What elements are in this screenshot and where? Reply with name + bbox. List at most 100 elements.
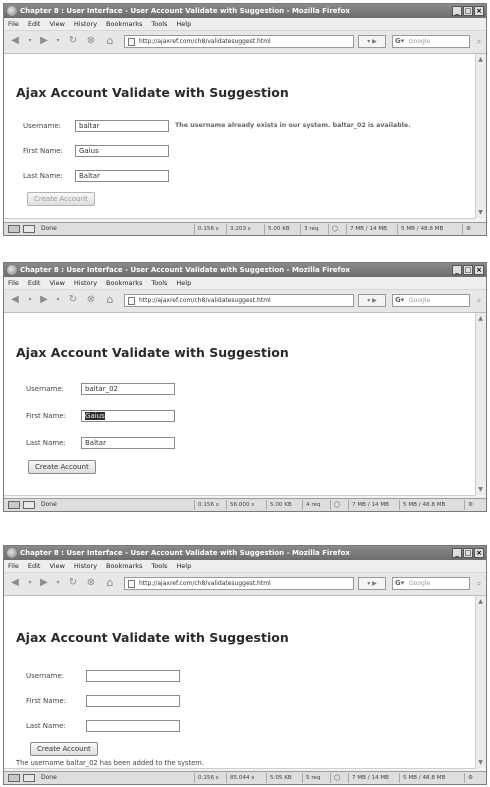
menu-help[interactable]: Help bbox=[176, 560, 191, 572]
menu-help[interactable]: Help bbox=[176, 18, 191, 30]
close-icon[interactable]: × bbox=[474, 6, 484, 16]
reload-icon[interactable]: ↻ bbox=[66, 576, 80, 590]
maximize-icon[interactable]: □ bbox=[463, 265, 473, 275]
menu-help[interactable]: Help bbox=[176, 277, 191, 289]
scroll-down-icon[interactable]: ▼ bbox=[477, 486, 484, 493]
minimize-icon[interactable]: _ bbox=[452, 265, 462, 275]
settings-icon[interactable]: ⚙ bbox=[462, 224, 476, 234]
home-icon[interactable]: ⌂ bbox=[102, 293, 118, 307]
menu-tools[interactable]: Tools bbox=[151, 277, 167, 289]
status-cell: 5 MB / 48.8 MB bbox=[399, 500, 448, 510]
back-icon[interactable]: ◀ bbox=[8, 576, 22, 590]
username-field[interactable]: baltar_02 bbox=[81, 383, 175, 395]
scroll-down-icon[interactable]: ▼ bbox=[477, 209, 484, 216]
firefox-icon bbox=[7, 6, 17, 16]
back-icon[interactable]: ◀ bbox=[8, 34, 22, 48]
vertical-scrollbar[interactable]: ▲ ▼ bbox=[475, 313, 486, 495]
back-dropdown-icon[interactable]: ▾ bbox=[25, 293, 35, 307]
forward-dropdown-icon[interactable]: ▾ bbox=[53, 576, 63, 590]
first-name-field[interactable] bbox=[86, 695, 180, 707]
search-input[interactable]: G▾ Google bbox=[392, 577, 470, 590]
menu-view[interactable]: View bbox=[49, 560, 64, 572]
vertical-scrollbar[interactable]: ▲ ▼ bbox=[475, 54, 486, 218]
search-icon[interactable]: ⌕ bbox=[474, 35, 484, 48]
status-panel-icon[interactable] bbox=[8, 501, 20, 509]
navigation-toolbar: ◀ ▾ ▶ ▾ ↻ ⊗ ⌂ http://ajaxref.com/ch8/val… bbox=[4, 290, 486, 313]
menu-tools[interactable]: Tools bbox=[151, 18, 167, 30]
menu-history[interactable]: History bbox=[74, 18, 97, 30]
menu-file[interactable]: File bbox=[8, 277, 19, 289]
menu-tools[interactable]: Tools bbox=[151, 560, 167, 572]
menu-edit[interactable]: Edit bbox=[28, 560, 41, 572]
last-name-field[interactable]: Baltar bbox=[81, 437, 175, 449]
close-icon[interactable]: × bbox=[474, 548, 484, 558]
last-name-field[interactable]: Baltar bbox=[75, 170, 169, 182]
address-bar[interactable]: http://ajaxref.com/ch8/validatesuggest.h… bbox=[124, 294, 354, 307]
scroll-up-icon[interactable]: ▲ bbox=[477, 56, 484, 63]
stop-icon[interactable]: ⊗ bbox=[84, 576, 98, 590]
maximize-icon[interactable]: □ bbox=[463, 548, 473, 558]
back-dropdown-icon[interactable]: ▾ bbox=[25, 34, 35, 48]
last-name-field[interactable] bbox=[86, 720, 180, 732]
search-icon[interactable]: ⌕ bbox=[474, 577, 484, 590]
refresh-icon[interactable]: ◯ bbox=[330, 773, 344, 783]
menu-file[interactable]: File bbox=[8, 18, 19, 30]
refresh-icon[interactable]: ◯ bbox=[330, 500, 344, 510]
status-panel-icon[interactable] bbox=[8, 774, 20, 782]
search-icon[interactable]: ⌕ bbox=[474, 294, 484, 307]
search-engine-icon[interactable]: G▾ bbox=[395, 37, 405, 46]
stop-icon[interactable]: ⊗ bbox=[84, 34, 98, 48]
settings-icon[interactable]: ⚙ bbox=[464, 773, 478, 783]
search-input[interactable]: G▾ Google bbox=[392, 294, 470, 307]
close-icon[interactable]: × bbox=[474, 265, 484, 275]
scroll-up-icon[interactable]: ▲ bbox=[477, 598, 484, 605]
scroll-down-icon[interactable]: ▼ bbox=[477, 759, 484, 766]
back-icon[interactable]: ◀ bbox=[8, 293, 22, 307]
status-panel-icon[interactable] bbox=[8, 225, 20, 233]
vertical-scrollbar[interactable]: ▲ ▼ bbox=[475, 596, 486, 768]
minimize-icon[interactable]: _ bbox=[452, 6, 462, 16]
go-icon[interactable]: ▾ ▶ bbox=[358, 35, 386, 48]
create-account-button[interactable]: Create Account bbox=[30, 742, 98, 756]
forward-dropdown-icon[interactable]: ▾ bbox=[53, 293, 63, 307]
menu-bookmarks[interactable]: Bookmarks bbox=[106, 560, 142, 572]
create-account-button[interactable]: Create Account bbox=[28, 460, 96, 474]
search-engine-icon[interactable]: G▾ bbox=[395, 296, 405, 305]
home-icon[interactable]: ⌂ bbox=[102, 576, 118, 590]
address-bar[interactable]: http://ajaxref.com/ch8/validatesuggest.h… bbox=[124, 35, 354, 48]
menu-history[interactable]: History bbox=[74, 560, 97, 572]
refresh-icon[interactable]: ◯ bbox=[328, 224, 342, 234]
menu-bookmarks[interactable]: Bookmarks bbox=[106, 277, 142, 289]
search-input[interactable]: G▾ Google bbox=[392, 35, 470, 48]
forward-dropdown-icon[interactable]: ▾ bbox=[53, 34, 63, 48]
minimize-icon[interactable]: _ bbox=[452, 548, 462, 558]
firefox-icon bbox=[7, 548, 17, 558]
home-icon[interactable]: ⌂ bbox=[102, 34, 118, 48]
maximize-icon[interactable]: □ bbox=[463, 6, 473, 16]
go-icon[interactable]: ▾ ▶ bbox=[358, 577, 386, 590]
reload-icon[interactable]: ↻ bbox=[66, 34, 80, 48]
go-icon[interactable]: ▾ ▶ bbox=[358, 294, 386, 307]
search-engine-icon[interactable]: G▾ bbox=[395, 579, 405, 588]
forward-icon[interactable]: ▶ bbox=[37, 293, 51, 307]
create-account-button[interactable]: Create Account bbox=[27, 192, 95, 206]
menu-edit[interactable]: Edit bbox=[28, 18, 41, 30]
settings-icon[interactable]: ⚙ bbox=[464, 500, 478, 510]
forward-icon[interactable]: ▶ bbox=[37, 576, 51, 590]
menu-bookmarks[interactable]: Bookmarks bbox=[106, 18, 142, 30]
menu-view[interactable]: View bbox=[49, 18, 64, 30]
menu-view[interactable]: View bbox=[49, 277, 64, 289]
first-name-field[interactable]: Gaius bbox=[81, 410, 175, 422]
username-field[interactable]: baltar bbox=[75, 120, 169, 132]
first-name-field[interactable]: Gaius bbox=[75, 145, 169, 157]
menu-history[interactable]: History bbox=[74, 277, 97, 289]
forward-icon[interactable]: ▶ bbox=[37, 34, 51, 48]
back-dropdown-icon[interactable]: ▾ bbox=[25, 576, 35, 590]
reload-icon[interactable]: ↻ bbox=[66, 293, 80, 307]
menu-edit[interactable]: Edit bbox=[28, 277, 41, 289]
username-field[interactable] bbox=[86, 670, 180, 682]
address-bar[interactable]: http://ajaxref.com/ch8/validatesuggest.h… bbox=[124, 577, 354, 590]
menu-file[interactable]: File bbox=[8, 560, 19, 572]
stop-icon[interactable]: ⊗ bbox=[84, 293, 98, 307]
scroll-up-icon[interactable]: ▲ bbox=[477, 315, 484, 322]
